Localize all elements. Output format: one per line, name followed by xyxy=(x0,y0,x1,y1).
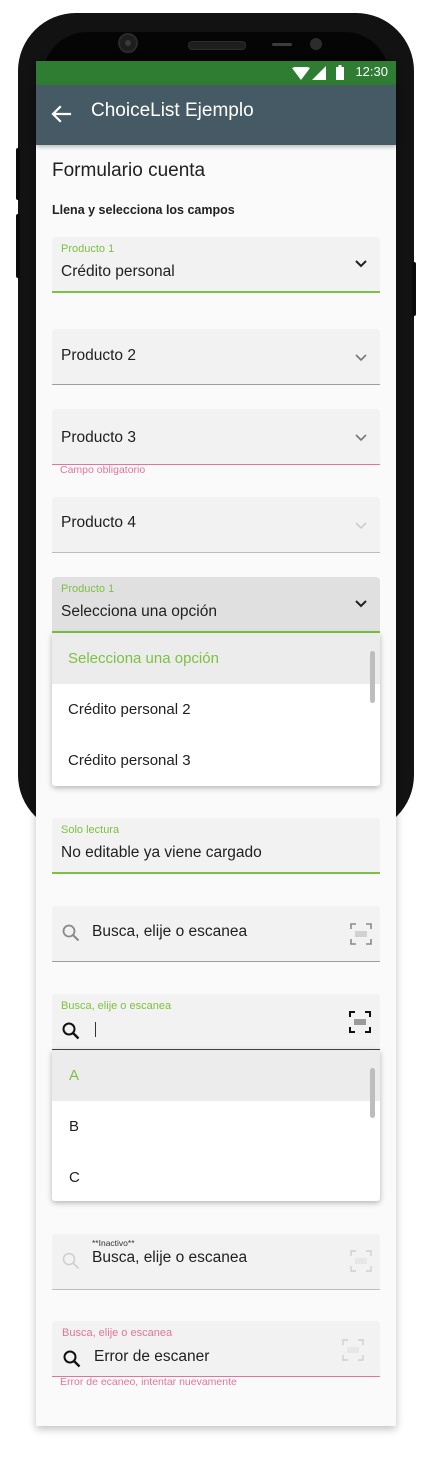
light-sensor xyxy=(310,38,322,50)
app-screen: 12:30 ChoiceList Ejemplo Formulario cuen… xyxy=(36,61,396,1426)
search-icon xyxy=(62,1252,80,1270)
front-camera xyxy=(118,33,138,53)
barcode-scan-icon[interactable] xyxy=(349,1011,371,1033)
earpiece-speaker xyxy=(188,41,246,50)
status-time: 12:30 xyxy=(355,64,388,79)
dropdown-option[interactable]: Crédito personal 3 xyxy=(52,735,380,786)
chevron-down-icon xyxy=(355,260,367,268)
chevron-down-icon xyxy=(355,434,367,442)
search-scan-field-open[interactable]: Busca, elije o escanea xyxy=(52,994,380,1050)
field-underline xyxy=(52,384,380,385)
error-search-field[interactable]: Busca, elije o escanea Error de escaner xyxy=(52,1321,380,1377)
back-arrow-icon[interactable] xyxy=(50,103,72,125)
producto1-open-select[interactable]: Producto 1 Selecciona una opción xyxy=(52,577,380,633)
phone-side-button xyxy=(16,148,20,200)
field-underline xyxy=(52,961,380,962)
chevron-down-icon xyxy=(355,354,367,362)
field-underline xyxy=(52,872,380,874)
error-scan-helper-text: Error de ecaneo, intentar nuevamente xyxy=(60,1376,237,1388)
field-text: Producto 2 xyxy=(61,347,136,364)
field-text: Producto 3 xyxy=(61,429,136,446)
search-scan-field[interactable]: Busca, elije o escanea xyxy=(52,906,380,962)
form-title: Formulario cuenta xyxy=(52,160,206,181)
dropdown-option[interactable]: B xyxy=(52,1101,380,1152)
field-label: **Inactivo** xyxy=(92,1238,135,1248)
producto3-select[interactable]: Producto 3 xyxy=(52,409,380,465)
field-underline xyxy=(52,291,380,293)
status-bar: 12:30 xyxy=(36,61,396,85)
producto2-select[interactable]: Producto 2 xyxy=(52,329,380,385)
barcode-scan-icon xyxy=(350,1250,372,1272)
field-text: Busca, elije o escanea xyxy=(92,1249,248,1266)
chevron-down-icon xyxy=(355,600,367,608)
search-icon xyxy=(62,1022,80,1040)
phone-side-button xyxy=(16,214,20,278)
field-text: Producto 4 xyxy=(61,514,136,531)
battery-icon xyxy=(336,65,344,80)
app-bar: ChoiceList Ejemplo xyxy=(36,85,396,145)
search-dropdown-menu: A B C xyxy=(52,1050,380,1201)
barcode-scan-icon[interactable] xyxy=(350,923,372,945)
chevron-down-icon xyxy=(355,522,367,529)
field-label: Busca, elije o escanea xyxy=(61,1000,172,1012)
field-label: Producto 1 xyxy=(61,583,115,595)
field-value: Error de escaner xyxy=(94,1348,210,1365)
field-label: Busca, elije o escanea xyxy=(62,1327,173,1339)
search-icon xyxy=(62,924,80,942)
dropdown-scrollbar[interactable] xyxy=(370,651,375,703)
search-placeholder: Busca, elije o escanea xyxy=(92,923,248,940)
field-value: Crédito personal xyxy=(61,263,175,280)
app-bar-title: ChoiceList Ejemplo xyxy=(91,100,254,121)
wifi-icon xyxy=(292,67,310,80)
field-label: Solo lectura xyxy=(61,824,120,836)
text-cursor xyxy=(95,1022,96,1037)
dropdown-option[interactable]: A xyxy=(52,1050,380,1101)
field-underline xyxy=(52,1289,380,1290)
field-underline xyxy=(52,552,380,553)
search-icon xyxy=(63,1350,81,1368)
signal-icon xyxy=(312,66,326,80)
inactive-search-field: **Inactivo** Busca, elije o escanea xyxy=(52,1234,380,1290)
producto3-error-text: Campo obligatorio xyxy=(60,464,146,476)
proximity-sensor xyxy=(272,43,292,46)
field-value: No editable ya viene cargado xyxy=(61,844,262,861)
dropdown-option[interactable]: Selecciona una opción xyxy=(52,633,380,684)
producto4-select[interactable]: Producto 4 xyxy=(52,497,380,553)
form-subtitle: Llena y selecciona los campos xyxy=(52,203,235,217)
producto1-dropdown-menu: Selecciona una opción Crédito personal 2… xyxy=(52,633,380,786)
dropdown-scrollbar[interactable] xyxy=(370,1068,375,1118)
dropdown-option[interactable]: C xyxy=(52,1152,380,1201)
field-label: Producto 1 xyxy=(61,243,115,255)
field-value: Selecciona una opción xyxy=(61,603,217,620)
barcode-scan-icon[interactable] xyxy=(342,1339,364,1361)
phone-side-button xyxy=(412,262,416,316)
producto1-select[interactable]: Producto 1 Crédito personal xyxy=(52,237,380,293)
dropdown-option[interactable]: Crédito personal 2 xyxy=(52,684,380,735)
solo-lectura-field: Solo lectura No editable ya viene cargad… xyxy=(52,818,380,874)
